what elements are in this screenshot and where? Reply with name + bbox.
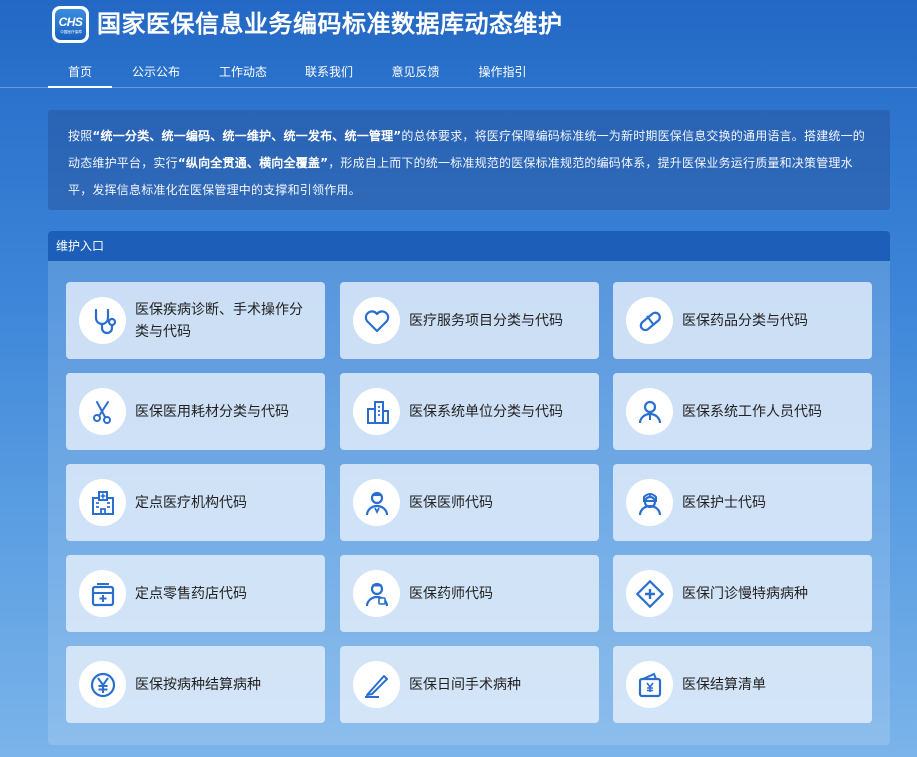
medical-cross-icon [626,570,673,617]
pharmacist-icon [353,570,400,617]
main-nav: 首页 公示公布 工作动态 联系我们 意见反馈 操作指引 [48,58,546,88]
staff-icon [626,388,673,435]
heart-icon [353,297,400,344]
site-title: 国家医保信息业务编码标准数据库动态维护 [97,10,563,38]
entry-card-label: 定点医疗机构代码 [135,494,247,511]
entry-card[interactable]: 医保结算清单 [613,646,872,723]
intro-text: 按照“统一分类、统一编码、统一维护、统一发布、统一管理”的总体要求，将医疗保障编… [68,123,872,204]
wallet-icon [626,661,673,708]
entry-card[interactable]: 医疗服务项目分类与代码 [340,282,599,359]
logo-subtext: 中国医疗保障 [59,28,82,34]
entry-card-label: 医保门诊慢特病病种 [682,585,808,602]
yuan-icon [79,661,126,708]
doctor-icon [353,479,400,526]
entry-card-label: 医保结算清单 [682,676,766,693]
hospital-icon [79,479,126,526]
nav-item-contact[interactable]: 联系我们 [286,58,372,88]
entry-card[interactable]: 医保护士代码 [613,464,872,541]
entry-card[interactable]: 医保药师代码 [340,555,599,632]
scissors-icon [79,388,126,435]
entry-card[interactable]: 医保系统单位分类与代码 [340,373,599,450]
intro-part-1: 按照 [68,129,93,143]
nav-item-announcements[interactable]: 公示公布 [112,58,200,88]
entry-card-label: 医保日间手术病种 [409,676,521,693]
entry-card-label: 医保按病种结算病种 [135,676,261,693]
entry-card-label: 医保护士代码 [682,494,766,511]
nav-divider [0,87,917,88]
pill-icon [626,297,673,344]
entry-card-label: 定点零售药店代码 [135,585,247,602]
maintenance-panel: 维护入口 医保疾病诊断、手术操作分类与代码 医疗服务项目分类与代码 医保药品分类与代… [48,231,890,745]
scalpel-icon [353,661,400,708]
entry-card[interactable]: 医保医用耗材分类与代码 [66,373,325,450]
entry-card-label: 医保药师代码 [409,585,493,602]
entry-card-label: 医疗服务项目分类与代码 [409,312,563,329]
entry-card[interactable]: 医保疾病诊断、手术操作分类与代码 [66,282,325,359]
entry-card[interactable]: 定点医疗机构代码 [66,464,325,541]
site-header: CHS 中国医疗保障 国家医保信息业务编码标准数据库动态维护 首页 公示公布 工… [0,0,917,88]
logo-text: CHS [58,14,83,29]
intro-bold-2: “纵向全贯通、横向全覆盖” [177,156,329,170]
entry-card[interactable]: 医保日间手术病种 [340,646,599,723]
pharmacy-icon [79,570,126,617]
entry-card[interactable]: 医保医师代码 [340,464,599,541]
stethoscope-icon [79,297,126,344]
nav-item-feedback[interactable]: 意见反馈 [372,58,459,88]
entry-card[interactable]: 医保按病种结算病种 [66,646,325,723]
nav-item-home[interactable]: 首页 [48,58,112,88]
intro-bold-1: “统一分类、统一编码、统一维护、统一发布、统一管理” [92,129,402,143]
nurse-icon [626,479,673,526]
logo-badge: CHS 中国医疗保障 [55,9,86,40]
entry-card[interactable]: 定点零售药店代码 [66,555,325,632]
entry-card-label: 医保药品分类与代码 [682,312,808,329]
intro-box: 按照“统一分类、统一编码、统一维护、统一发布、统一管理”的总体要求，将医疗保障编… [48,110,890,210]
entry-card[interactable]: 医保药品分类与代码 [613,282,872,359]
entry-card-label: 医保系统工作人员代码 [682,403,822,420]
entry-card[interactable]: 医保门诊慢特病病种 [613,555,872,632]
nav-item-news[interactable]: 工作动态 [200,58,286,88]
entry-card-label: 医保医师代码 [409,494,493,511]
nav-item-guide[interactable]: 操作指引 [459,58,546,88]
entry-card-label: 医保医用耗材分类与代码 [135,403,289,420]
chs-logo[interactable]: CHS 中国医疗保障 [52,6,89,43]
entry-card-label: 医保疾病诊断、手术操作分类与代码 [135,301,303,340]
building-icon [353,388,400,435]
entry-card[interactable]: 医保系统工作人员代码 [613,373,872,450]
entry-grid: 医保疾病诊断、手术操作分类与代码 医疗服务项目分类与代码 医保药品分类与代码医保医用… [48,231,890,745]
entry-card-label: 医保系统单位分类与代码 [409,403,563,420]
